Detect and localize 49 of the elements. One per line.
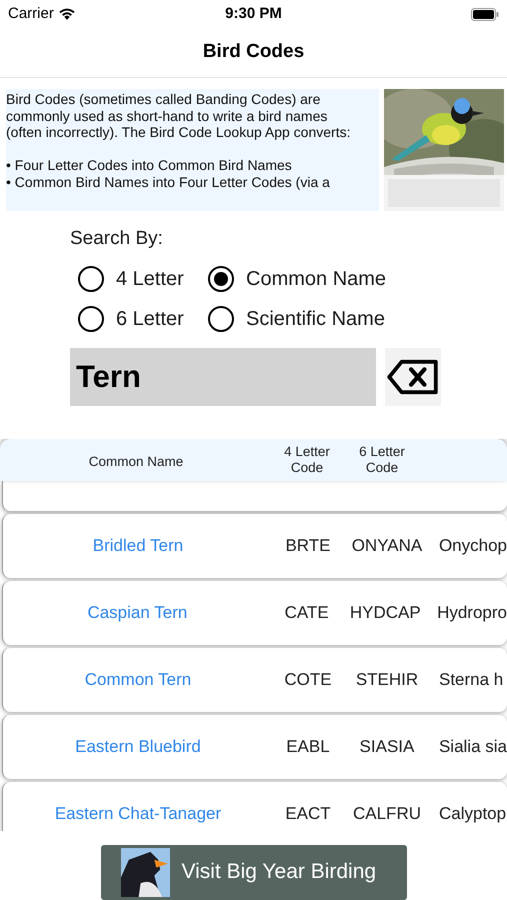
scientific-name: Hydropro: [437, 602, 507, 624]
battery-icon: [470, 8, 499, 20]
table-row[interactable]: Common Tern COTE STEHIR Sterna h: [2, 648, 507, 712]
common-name-link[interactable]: Eastern Chat-Tanager: [3, 800, 273, 826]
visit-button[interactable]: Visit Big Year Birding: [100, 844, 406, 900]
backspace-icon: [386, 358, 440, 396]
table-row[interactable]: Eastern Chat-Tanager EACT CALFRU Calyptop: [2, 782, 507, 830]
radio-button[interactable]: [78, 306, 104, 332]
six-letter-code: ONYANA: [350, 534, 424, 557]
common-name-link[interactable]: Common Tern: [3, 666, 273, 692]
status-time: 9:30 PM: [225, 4, 282, 24]
scientific-name: Calyptop: [439, 802, 506, 825]
table-row[interactable]: Caspian Tern CATE HYDCAP Hydropro: [2, 580, 507, 644]
common-name-link[interactable]: Caspian Tern: [3, 600, 272, 626]
scientific-name: Onychop: [438, 534, 507, 557]
four-letter-code: EACT: [284, 802, 332, 825]
six-letter-code: HYDCAP: [348, 602, 422, 624]
radio-button[interactable]: [208, 306, 234, 332]
four-letter-code: CATE: [284, 602, 330, 624]
intro-text: • Common Bird Names into Four Letter Codes (via a: [6, 174, 331, 190]
search-by-label: Search By:: [70, 227, 163, 251]
intro-text: • Four Letter Codes into Common Bird Names: [6, 157, 293, 174]
carrier-label: Carrier: [8, 4, 54, 24]
six-letter-code: SIASIA: [358, 736, 416, 758]
six-letter-code: CALFRU: [352, 802, 422, 825]
four-letter-code: BRTE: [284, 534, 332, 557]
common-name-link[interactable]: Eastern Bluebird: [3, 734, 273, 760]
radio-option[interactable]: Common Name: [208, 264, 386, 294]
nav-title: Bird Codes: [202, 40, 304, 64]
scientific-name: Sterna h: [439, 668, 504, 691]
column-header: 4 Letter Code: [283, 444, 331, 476]
four-letter-code: EABL: [285, 736, 331, 758]
wifi-icon: [58, 8, 76, 20]
search-field[interactable]: Tern: [70, 348, 376, 406]
radio-option[interactable]: Scientific Name: [208, 304, 386, 334]
table-row[interactable]: Eastern Bluebird EABL SIASIA Sialia sia: [2, 714, 507, 778]
radio-button[interactable]: [208, 266, 234, 292]
clear-button[interactable]: [385, 348, 441, 406]
radio-button[interactable]: [78, 266, 104, 292]
scientific-name: Sialia sia: [438, 736, 507, 758]
six-letter-code: STEHIR: [354, 668, 420, 691]
radio-option[interactable]: 4 Letter: [78, 264, 208, 294]
radio-option[interactable]: 6 Letter: [78, 304, 208, 334]
common-name-link[interactable]: Bridled Tern: [3, 532, 273, 558]
four-letter-code: COTE: [283, 668, 333, 691]
intro-text: Bird Codes (sometimes called Banding Codes) are commonly used as short-hand to write a bird names (often incorrectly). The Bird Code Lookup App converts:: [6, 91, 352, 140]
column-header: 6 Letter Code: [358, 444, 406, 476]
table-row[interactable]: Bridled Tern BRTE ONYANA Onychop: [2, 514, 507, 578]
column-header: Common Name: [88, 453, 184, 472]
